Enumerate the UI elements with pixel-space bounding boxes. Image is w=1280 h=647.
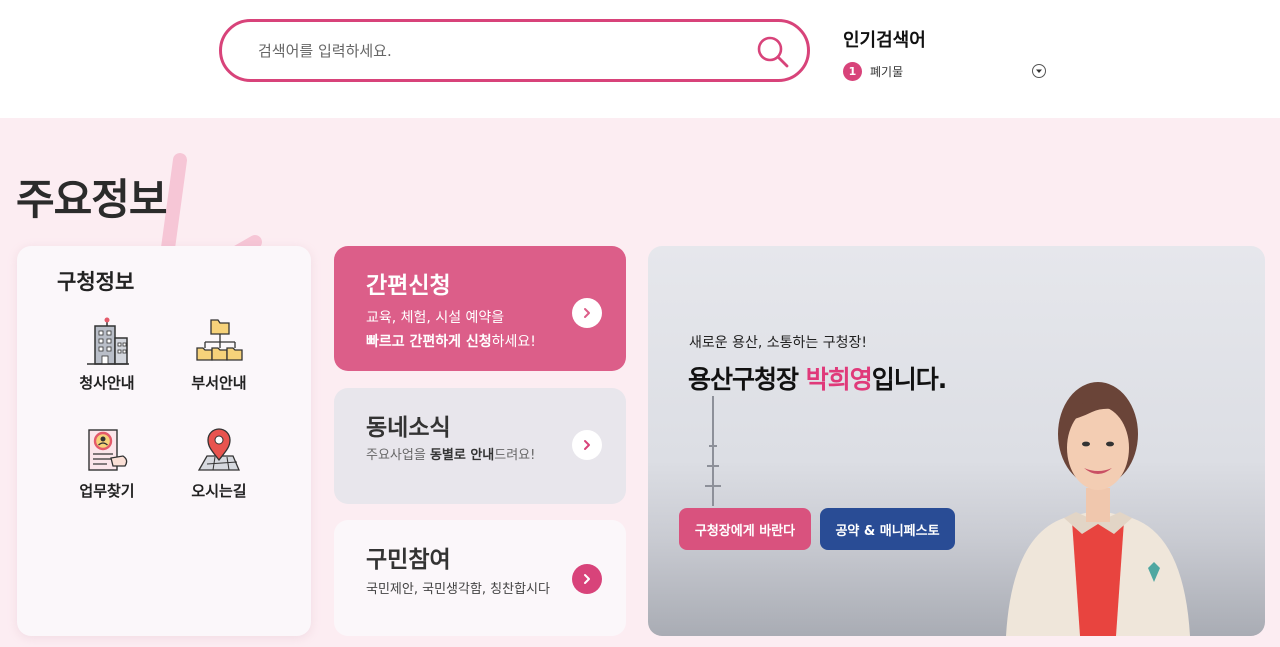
office-info-card: 구청정보 청사안내 부서안내 업무찾기 오시는길 [17, 246, 311, 636]
search-header: 인기검색어 1 폐기물 [0, 0, 1280, 118]
quick-apply-desc-line1: 교육, 체험, 시설 예약을 [366, 310, 505, 326]
popular-keyword-label[interactable]: 폐기물 [870, 63, 903, 80]
neighborhood-news-description: 주요사업을 동별로 안내드려요! [366, 444, 535, 468]
department-guide-label: 부서안내 [191, 374, 247, 392]
citizen-participation-card[interactable]: 구민참여 국민제안, 국민생각함, 칭찬합시다 [334, 520, 626, 636]
building-guide-label: 청사안내 [79, 374, 135, 392]
find-task-label: 업무찾기 [79, 482, 135, 500]
department-guide-link[interactable]: 부서안내 [169, 316, 269, 393]
building-icon [87, 317, 129, 365]
search-button[interactable] [755, 34, 791, 70]
contact-mayor-button[interactable]: 구청장에게 바란다 [679, 508, 811, 550]
mayor-headline-pre: 용산구청장 [688, 365, 806, 394]
neighborhood-news-arrow-button[interactable] [572, 430, 602, 460]
search-input[interactable] [258, 36, 738, 66]
neighborhood-news-card[interactable]: 동네소식 주요사업을 동별로 안내드려요! [334, 388, 626, 504]
neighborhood-news-desc-pre: 주요사업을 [366, 448, 430, 463]
quick-apply-desc-tail: 하세요! [491, 334, 536, 350]
chevron-right-icon [584, 574, 590, 584]
chevron-right-icon [584, 440, 590, 450]
org-chart-icon [196, 319, 243, 361]
mayor-headline: 용산구청장 박희영입니다. [688, 360, 947, 396]
quick-apply-arrow-button[interactable] [572, 298, 602, 328]
directions-label: 오시는길 [191, 482, 247, 500]
office-info-title: 구청정보 [57, 270, 135, 294]
neighborhood-news-desc-bold: 동별로 안내 [429, 448, 495, 463]
chevron-down-icon [1036, 69, 1042, 73]
search-icon [757, 36, 789, 68]
quick-apply-description: 교육, 체험, 시설 예약을 빠르고 간편하게 신청하세요! [366, 306, 536, 354]
search-document-icon [88, 429, 128, 471]
quick-apply-desc-bold: 빠르고 간편하게 신청 [366, 334, 492, 350]
quick-apply-card[interactable]: 간편신청 교육, 체험, 시설 예약을 빠르고 간편하게 신청하세요! [334, 246, 626, 371]
manifesto-button[interactable]: 공약 & 매니페스토 [820, 508, 955, 550]
section-title: 주요정보 [16, 175, 168, 224]
popular-keyword-item[interactable]: 1 폐기물 [843, 60, 1053, 82]
quick-apply-desc-line2: 빠르고 간편하게 신청하세요! [366, 330, 536, 354]
popular-keywords: 인기검색어 1 폐기물 [843, 26, 1053, 82]
neighborhood-news-desc-tail: 드려요! [494, 448, 536, 463]
building-guide-link[interactable]: 청사안내 [57, 316, 157, 393]
chevron-right-icon [584, 308, 590, 318]
neighborhood-news-title: 동네소식 [366, 415, 451, 441]
quick-apply-title: 간편신청 [366, 273, 451, 299]
find-task-link[interactable]: 업무찾기 [57, 424, 157, 501]
mayor-subtitle: 새로운 용산, 소통하는 구청장! [689, 335, 867, 351]
dropdown-toggle[interactable] [1032, 64, 1046, 78]
citizen-participation-description: 국민제안, 국민생각함, 칭찬합시다 [366, 582, 550, 597]
search-bar [219, 19, 810, 82]
rank-badge: 1 [843, 61, 862, 81]
popular-keywords-title: 인기검색어 [843, 30, 926, 51]
tower-icon [705, 396, 721, 506]
mayor-headline-post: 입니다. [871, 365, 947, 394]
map-pin-icon [197, 428, 240, 471]
mayor-banner: 새로운 용산, 소통하는 구청장! 용산구청장 박희영입니다. 구청장에게 바란… [648, 246, 1265, 636]
citizen-participation-title: 구민참여 [366, 547, 451, 573]
main-info-section: 주요정보 구청정보 청사안내 부서안내 업무찾기 오시는길 간편신청 교육, 체… [0, 118, 1280, 647]
mayor-name: 박희영 [805, 365, 873, 394]
directions-link[interactable]: 오시는길 [169, 424, 269, 501]
citizen-participation-arrow-button[interactable] [572, 564, 602, 594]
mayor-portrait [1006, 382, 1190, 636]
